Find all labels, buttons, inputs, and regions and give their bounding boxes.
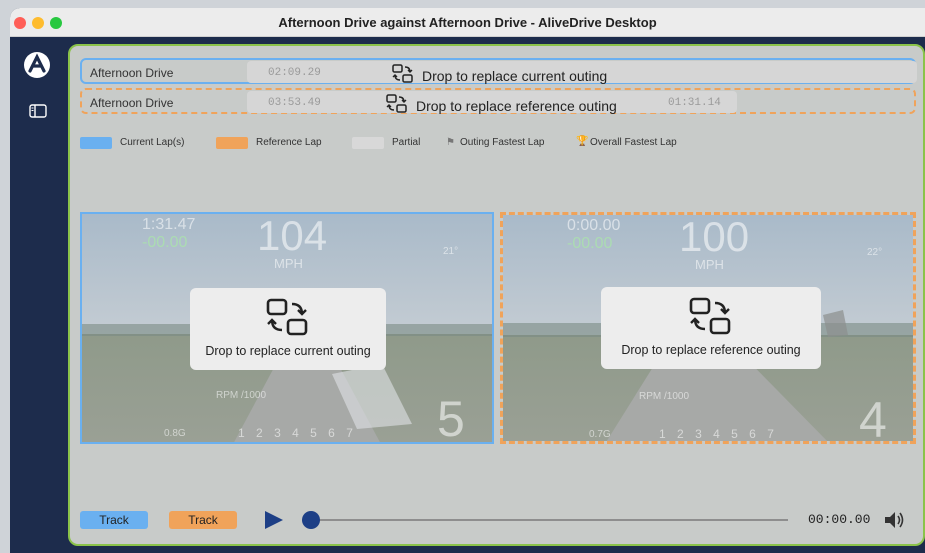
current-video-panel[interactable]: 1:31.47 -00.00 104 MPH 21° RPM /1000 0.8… xyxy=(80,212,494,444)
rpm-label: RPM /1000 xyxy=(216,390,267,401)
swap-icon xyxy=(266,298,310,343)
reference-lap-time: 03:53.49 xyxy=(268,97,321,109)
current-outing-name: Afternoon Drive xyxy=(90,66,174,80)
speed-value: 104 xyxy=(257,212,328,259)
legend-reference: Reference Lap xyxy=(256,137,322,148)
current-lap-swatch xyxy=(80,137,112,149)
reference-drop-overlay[interactable]: Drop to replace reference outing xyxy=(601,287,821,369)
reference-outing-row[interactable]: Afternoon Drive 03:53.49 01:31.14 Drop t… xyxy=(80,88,916,114)
trophy-icon: 🏆 xyxy=(576,136,589,147)
reference-track-button[interactable]: Track xyxy=(169,511,237,529)
legend-outing-fastest: Outing Fastest Lap xyxy=(460,137,545,148)
current-track-button[interactable]: Track xyxy=(80,511,148,529)
lap-delta: -00.00 xyxy=(567,235,613,252)
current-gear: 5 xyxy=(437,391,465,444)
speed-unit: MPH xyxy=(274,256,303,271)
current-gear: 4 xyxy=(859,392,887,444)
gear-scale: 1 2 3 4 5 6 7 xyxy=(238,426,353,440)
timeline-slider[interactable] xyxy=(302,511,788,529)
speed-value: 100 xyxy=(679,213,750,260)
sidebar xyxy=(10,37,66,553)
current-drop-overlay[interactable]: Drop to replace current outing xyxy=(190,288,386,370)
volume-icon[interactable] xyxy=(882,508,906,537)
timeline-thumb[interactable] xyxy=(302,511,320,529)
lean-angle: 21° xyxy=(443,246,459,257)
reference-lap-swatch xyxy=(216,137,248,149)
partial-swatch xyxy=(352,137,384,149)
reference-drop-hint: Drop to replace reference outing xyxy=(386,94,617,117)
lap-time: 1:31.47 xyxy=(142,216,196,233)
current-drop-label: Drop to replace current outing xyxy=(422,67,608,84)
main-panel: Afternoon Drive 02:09.29 Drop to replace… xyxy=(68,44,925,546)
current-outing-row[interactable]: Afternoon Drive 02:09.29 Drop to replace… xyxy=(80,58,917,87)
swap-icon xyxy=(689,297,733,342)
playback-time: 00:00.00 xyxy=(808,512,871,527)
reference-outing-name: Afternoon Drive xyxy=(90,96,174,110)
legend-partial: Partial xyxy=(392,137,421,148)
reference-lap-time-2: 01:31.14 xyxy=(668,97,721,109)
play-icon[interactable] xyxy=(265,511,283,529)
g-force: 0.7G xyxy=(589,429,611,440)
legend-overall-fastest: Overall Fastest Lap xyxy=(590,137,677,148)
reference-video-panel[interactable]: 0:00.00 -00.00 100 MPH 22° RPM /1000 0.7… xyxy=(500,212,916,444)
swap-icon xyxy=(392,64,414,87)
app-window: Afternoon Drive against Afternoon Drive … xyxy=(10,8,925,553)
lap-delta: -00.00 xyxy=(142,234,188,251)
current-drop-hint: Drop to replace current outing xyxy=(392,64,607,87)
reference-drop-label: Drop to replace reference outing xyxy=(416,97,617,114)
swap-icon xyxy=(386,94,408,117)
rpm-label: RPM /1000 xyxy=(639,391,690,402)
current-lap-time: 02:09.29 xyxy=(268,67,321,79)
sidebar-toggle-icon[interactable] xyxy=(29,104,47,118)
lean-angle: 22° xyxy=(867,247,883,258)
current-overlay-label: Drop to replace current outing xyxy=(205,344,371,358)
title-bar: Afternoon Drive against Afternoon Drive … xyxy=(10,8,925,37)
legend-current: Current Lap(s) xyxy=(120,137,185,148)
speed-unit: MPH xyxy=(695,257,724,272)
playback-controls: Track Track 00:00.00 xyxy=(80,511,916,535)
window-title: Afternoon Drive against Afternoon Drive … xyxy=(278,15,657,30)
alivedrive-logo-icon[interactable] xyxy=(23,51,51,79)
checkered-flag-icon: ⚑ xyxy=(446,137,455,148)
reference-overlay-label: Drop to replace reference outing xyxy=(621,343,801,357)
g-force: 0.8G xyxy=(164,428,186,439)
timeline-track xyxy=(302,519,788,521)
lap-time: 0:00.00 xyxy=(567,217,621,234)
gear-scale: 1 2 3 4 5 6 7 xyxy=(659,427,774,441)
